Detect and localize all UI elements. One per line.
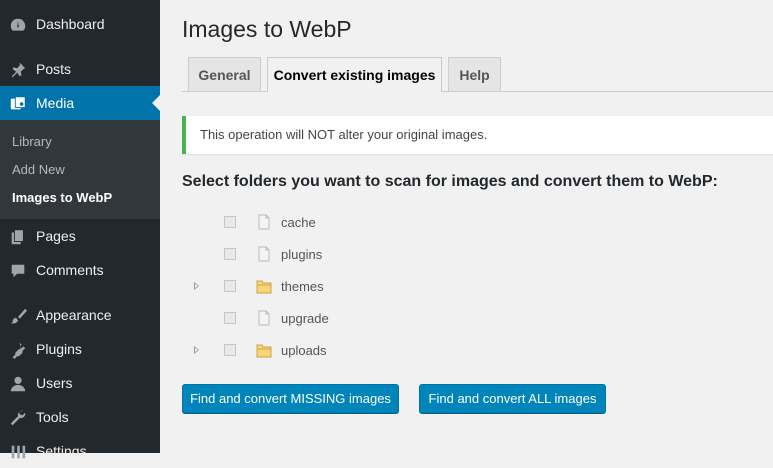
folder-row-cache: cache xyxy=(160,207,560,239)
user-icon xyxy=(8,374,28,394)
tab-help[interactable]: Help xyxy=(448,57,501,91)
sidebar-item-label: Users xyxy=(36,375,73,391)
plugin-icon xyxy=(8,340,28,360)
media-submenu: Library Add New Images to WebP xyxy=(0,120,160,219)
folder-row-plugins: plugins xyxy=(160,239,560,271)
pages-icon xyxy=(8,227,28,247)
sidebar-item-comments[interactable]: Comments xyxy=(0,253,160,287)
sidebar-item-label: Media xyxy=(36,95,75,111)
convert-all-button[interactable]: Find and convert ALL images xyxy=(419,384,606,413)
media-icon xyxy=(8,94,28,114)
sidebar-item-media[interactable]: Media xyxy=(0,86,160,120)
sidebar-item-posts[interactable]: Posts xyxy=(0,52,160,86)
pushpin-icon xyxy=(8,60,28,80)
folder-name: uploads xyxy=(281,343,327,358)
submenu-item-add-new[interactable]: Add New xyxy=(12,160,65,180)
file-icon xyxy=(256,310,272,326)
notice-success: This operation will NOT alter your origi… xyxy=(182,116,773,154)
folder-row-themes: themes xyxy=(160,271,560,303)
submenu-item-images-to-webp[interactable]: Images to WebP xyxy=(12,188,112,208)
sidebar-item-appearance[interactable]: Appearance xyxy=(0,298,160,332)
folder-name: plugins xyxy=(281,247,323,262)
file-icon xyxy=(256,246,272,262)
folder-row-upgrade: upgrade xyxy=(160,303,560,335)
admin-sidebar: Dashboard Posts Media Library Add New Im… xyxy=(0,0,160,459)
wrench-icon xyxy=(8,408,28,428)
submenu-item-library[interactable]: Library xyxy=(12,132,52,152)
folder-checkbox[interactable] xyxy=(224,344,236,356)
file-icon xyxy=(256,214,272,230)
tab-convert-existing-images[interactable]: Convert existing images xyxy=(267,57,442,92)
sidebar-item-plugins[interactable]: Plugins xyxy=(0,332,160,366)
section-title: Select folders you want to scan for imag… xyxy=(182,173,718,190)
folder-icon xyxy=(256,278,272,294)
sidebar-item-label: Plugins xyxy=(36,341,82,357)
sidebar-item-label: Pages xyxy=(36,228,76,244)
sidebar-item-label: Dashboard xyxy=(36,16,105,32)
settings-icon xyxy=(8,442,28,462)
sidebar-item-label: Posts xyxy=(36,61,72,77)
sidebar-item-label: Settings xyxy=(36,443,87,459)
expand-arrow-icon[interactable] xyxy=(194,346,199,354)
folder-name: themes xyxy=(281,279,324,294)
sidebar-item-label: Tools xyxy=(36,409,69,425)
folder-checkbox[interactable] xyxy=(224,248,236,260)
folder-row-uploads: uploads xyxy=(160,335,560,367)
convert-missing-button[interactable]: Find and convert MISSING images xyxy=(182,384,399,413)
folder-name: cache xyxy=(281,215,316,230)
folder-checkbox[interactable] xyxy=(224,280,236,292)
folder-checkbox[interactable] xyxy=(224,216,236,228)
sidebar-item-label: Appearance xyxy=(36,307,112,323)
sidebar-item-settings[interactable]: Settings xyxy=(0,434,160,468)
page-title: Images to WebP xyxy=(182,16,352,42)
folder-icon xyxy=(256,342,272,358)
main-content: Images to WebP General Convert existing … xyxy=(160,0,773,453)
expand-arrow-icon[interactable] xyxy=(194,282,199,290)
folder-checkbox[interactable] xyxy=(224,312,236,324)
sidebar-item-pages[interactable]: Pages xyxy=(0,219,160,253)
dashboard-icon xyxy=(8,15,28,35)
folder-name: upgrade xyxy=(281,311,329,326)
comments-icon xyxy=(8,261,28,281)
sidebar-item-users[interactable]: Users xyxy=(0,366,160,400)
sidebar-item-tools[interactable]: Tools xyxy=(0,400,160,434)
paintbrush-icon xyxy=(8,306,28,326)
tab-general[interactable]: General xyxy=(188,57,261,91)
sidebar-item-dashboard[interactable]: Dashboard xyxy=(0,7,160,41)
sidebar-item-label: Comments xyxy=(36,262,104,278)
